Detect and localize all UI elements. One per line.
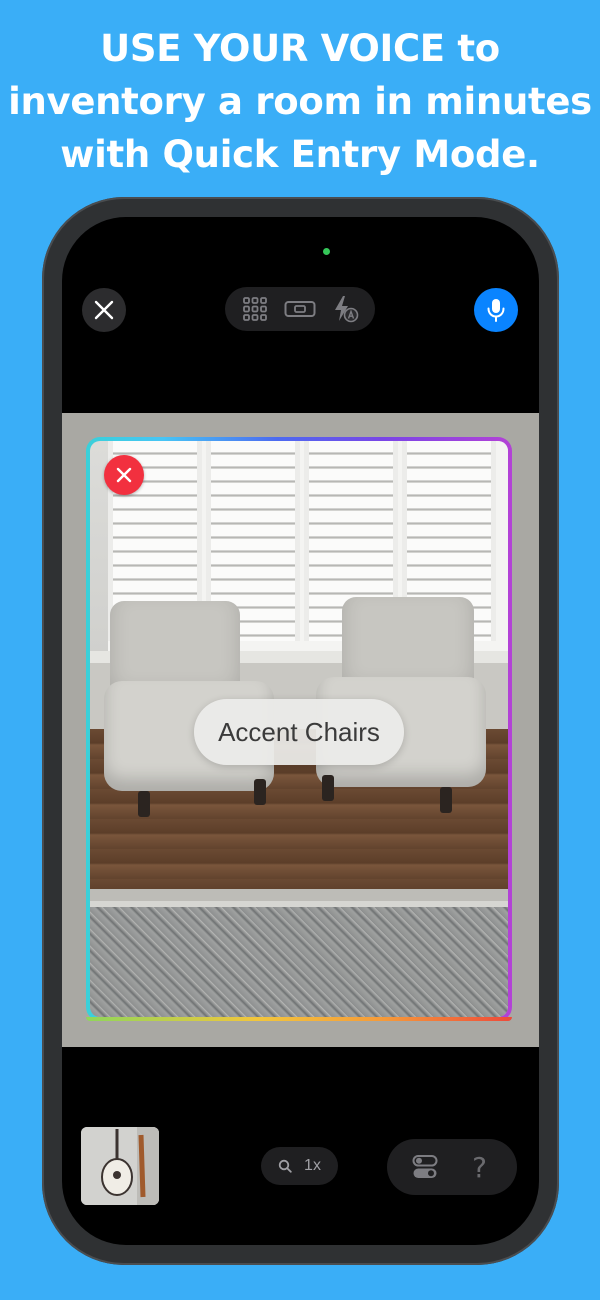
close-button[interactable]	[82, 288, 126, 332]
zoom-level: 1x	[304, 1157, 321, 1174]
phone-frame: Accent Chairs 1x ?	[42, 197, 559, 1265]
headline-line-2: inventory a room in minutes	[8, 80, 592, 123]
tools-pill: ?	[387, 1139, 517, 1195]
microphone-icon	[487, 299, 505, 322]
grid-icon	[243, 297, 268, 321]
detected-item-label[interactable]: Accent Chairs	[194, 699, 404, 765]
level-icon	[284, 301, 316, 317]
level-button[interactable]	[282, 291, 318, 327]
search-icon	[278, 1159, 292, 1173]
guitar-photo-icon	[81, 1127, 159, 1205]
help-button[interactable]: ?	[460, 1147, 500, 1187]
promo-headline: USE YOUR VOICE to inventory a room in mi…	[0, 22, 600, 181]
zoom-control[interactable]: 1x	[261, 1147, 338, 1185]
camera-indicator-dot	[323, 248, 330, 255]
help-icon: ?	[472, 1150, 487, 1184]
flash-auto-icon	[334, 296, 358, 323]
settings-toggle-button[interactable]	[405, 1147, 445, 1187]
remove-item-button[interactable]	[104, 455, 144, 495]
headline-line-3: with Quick Entry Mode.	[60, 133, 540, 176]
rug-image	[90, 901, 508, 1017]
camera-options-pill	[225, 287, 375, 331]
flash-auto-button[interactable]	[327, 291, 363, 327]
camera-viewfinder[interactable]: Accent Chairs	[62, 413, 539, 1047]
voice-input-button[interactable]	[474, 288, 518, 332]
toggle-icon	[412, 1155, 437, 1178]
close-icon	[94, 300, 114, 320]
close-icon	[116, 467, 132, 483]
last-photo-thumbnail[interactable]	[81, 1127, 159, 1205]
camera-photo: Accent Chairs	[90, 441, 508, 1017]
headline-line-1: USE YOUR VOICE to	[100, 27, 500, 70]
grid-button[interactable]	[237, 291, 273, 327]
phone-screen: Accent Chairs 1x ?	[62, 217, 539, 1245]
detection-frame: Accent Chairs	[86, 437, 512, 1021]
